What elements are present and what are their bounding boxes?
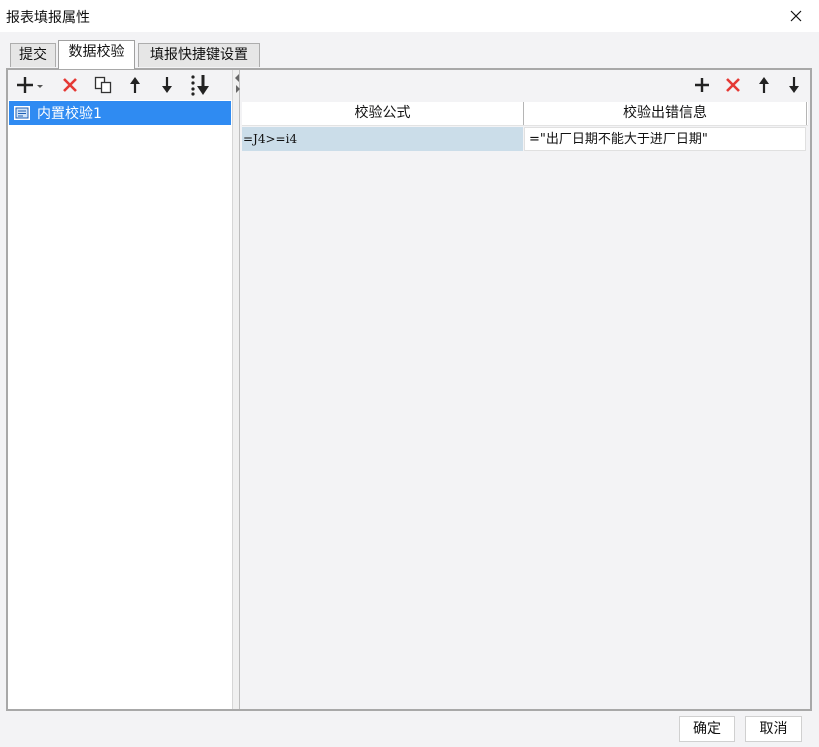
column-header-formula[interactable]: 校验公式 (242, 102, 524, 125)
add-dropdown-icon (17, 77, 43, 93)
tab-data-validation[interactable]: 数据校验 (58, 40, 135, 69)
tab-content-panel: 内置校验1 校验公式 校验出错信息 =J4>=i4 ="出厂日期不能大于进厂日期… (6, 68, 812, 711)
move-to-bottom-button[interactable] (188, 74, 212, 96)
move-down-icon (162, 77, 172, 93)
validation-detail-pane: 校验公式 校验出错信息 =J4>=i4 ="出厂日期不能大于进厂日期" (240, 70, 810, 709)
table-row[interactable]: =J4>=i4 ="出厂日期不能大于进厂日期" (242, 127, 808, 152)
move-up-icon (759, 77, 769, 93)
formula-cell[interactable]: =J4>=i4 (242, 127, 523, 151)
delete-icon (63, 78, 77, 92)
delete-button[interactable] (58, 74, 82, 96)
cancel-button[interactable]: 取消 (745, 716, 802, 742)
right-toolbar (240, 70, 810, 100)
error-message-cell[interactable]: ="出厂日期不能大于进厂日期" (524, 127, 806, 151)
add-dropdown-button[interactable] (14, 74, 48, 96)
add-row-button[interactable] (691, 74, 713, 96)
copy-button[interactable] (91, 74, 115, 96)
close-icon (790, 10, 802, 22)
column-header-error-message[interactable]: 校验出错信息 (524, 102, 807, 125)
title-bar: 报表填报属性 (0, 0, 819, 32)
row-move-up-button[interactable] (754, 74, 774, 96)
move-to-bottom-icon (191, 75, 209, 96)
ok-button[interactable]: 确定 (679, 716, 735, 742)
tab-submit[interactable]: 提交 (10, 43, 56, 67)
collapse-left-icon[interactable] (235, 74, 239, 82)
delete-icon (726, 78, 740, 92)
move-up-button[interactable] (124, 74, 146, 96)
pane-splitter[interactable] (232, 70, 240, 709)
close-button[interactable] (773, 0, 819, 32)
tab-shortcut-settings[interactable]: 填报快捷键设置 (138, 43, 260, 67)
move-down-button[interactable] (156, 74, 178, 96)
row-move-down-button[interactable] (784, 74, 804, 96)
copy-icon (94, 76, 112, 94)
move-down-icon (789, 77, 799, 93)
window-title: 报表填报属性 (6, 10, 90, 26)
add-icon (695, 78, 709, 92)
tree-item-label: 内置校验1 (37, 106, 102, 122)
move-up-icon (130, 77, 140, 93)
delete-row-button[interactable] (722, 74, 744, 96)
left-toolbar (8, 70, 232, 100)
grid-header: 校验公式 校验出错信息 (242, 102, 808, 126)
validation-item-icon (14, 105, 30, 121)
validation-list-pane: 内置校验1 (8, 70, 232, 709)
tree-item-builtin-validation[interactable]: 内置校验1 (9, 101, 231, 125)
